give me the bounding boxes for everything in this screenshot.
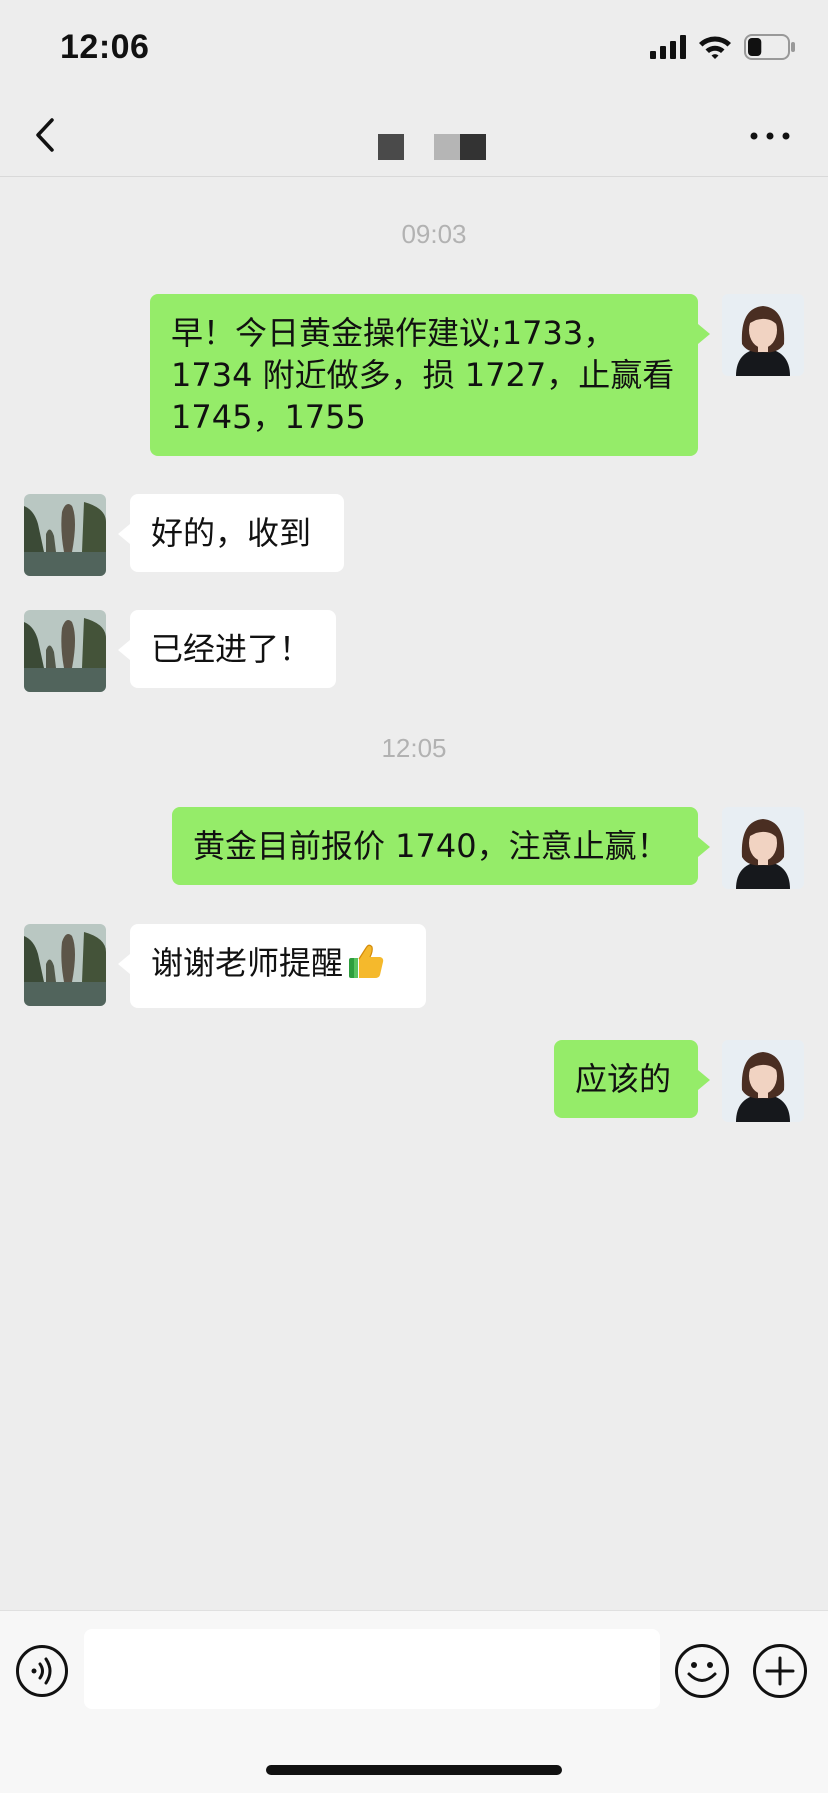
voice-button[interactable]: [15, 1644, 69, 1698]
emoji-icon: [675, 1644, 729, 1698]
redacted-block: [460, 134, 486, 160]
message-bubble-outgoing[interactable]: 黄金目前报价 1740，注意止赢！: [172, 807, 710, 885]
chat-timestamp: 09:03: [401, 219, 467, 249]
chat-header: [0, 96, 828, 177]
chevron-left-icon: [36, 118, 54, 152]
message-text: 黄金目前报价 1740，注意止赢！: [193, 827, 669, 865]
message-text: 应该的: [575, 1060, 672, 1098]
message-text: 好的，收到: [151, 514, 312, 552]
voice-icon: [16, 1645, 68, 1697]
emoji-button[interactable]: [674, 1643, 730, 1699]
self-avatar[interactable]: [722, 1040, 804, 1122]
contact-avatar[interactable]: [24, 610, 106, 692]
chat-timestamp: 12:05: [381, 733, 447, 763]
more-button[interactable]: [748, 126, 792, 146]
status-icons: [650, 34, 796, 64]
message-input[interactable]: [84, 1629, 660, 1709]
status-time: 12:06: [60, 28, 150, 66]
thumbs-up-icon: [347, 942, 385, 990]
redacted-title: [378, 134, 486, 160]
status-bar: 12:06: [0, 0, 828, 96]
wifi-icon: [698, 34, 732, 64]
back-button[interactable]: [28, 112, 64, 158]
message-bubble-incoming[interactable]: 好的，收到: [118, 494, 344, 572]
home-indicator: [266, 1765, 562, 1775]
message-bubble-outgoing[interactable]: 应该的: [554, 1040, 710, 1118]
input-bar: [0, 1610, 828, 1793]
self-avatar[interactable]: [722, 807, 804, 889]
contact-avatar[interactable]: [24, 494, 106, 576]
self-avatar[interactable]: [722, 294, 804, 376]
redacted-block: [378, 134, 404, 160]
plus-button[interactable]: [752, 1643, 808, 1699]
battery-icon: [744, 34, 796, 64]
message-text: 已经进了！: [151, 630, 312, 668]
message-bubble-incoming[interactable]: 已经进了！: [118, 610, 336, 688]
contact-avatar[interactable]: [24, 924, 106, 1006]
signal-icon: [650, 35, 686, 63]
message-text: 早！今日黄金操作建议;1733，1734 附近做多，损 1727，止赢看 174…: [171, 314, 675, 436]
message-bubble-incoming[interactable]: 谢谢老师提醒: [118, 924, 426, 1008]
message-text: 谢谢老师提醒: [151, 944, 344, 982]
plus-icon: [753, 1644, 807, 1698]
message-bubble-outgoing[interactable]: 早！今日黄金操作建议;1733，1734 附近做多，损 1727，止赢看 174…: [150, 294, 710, 456]
redacted-block: [434, 134, 460, 160]
more-icon: [750, 132, 790, 140]
